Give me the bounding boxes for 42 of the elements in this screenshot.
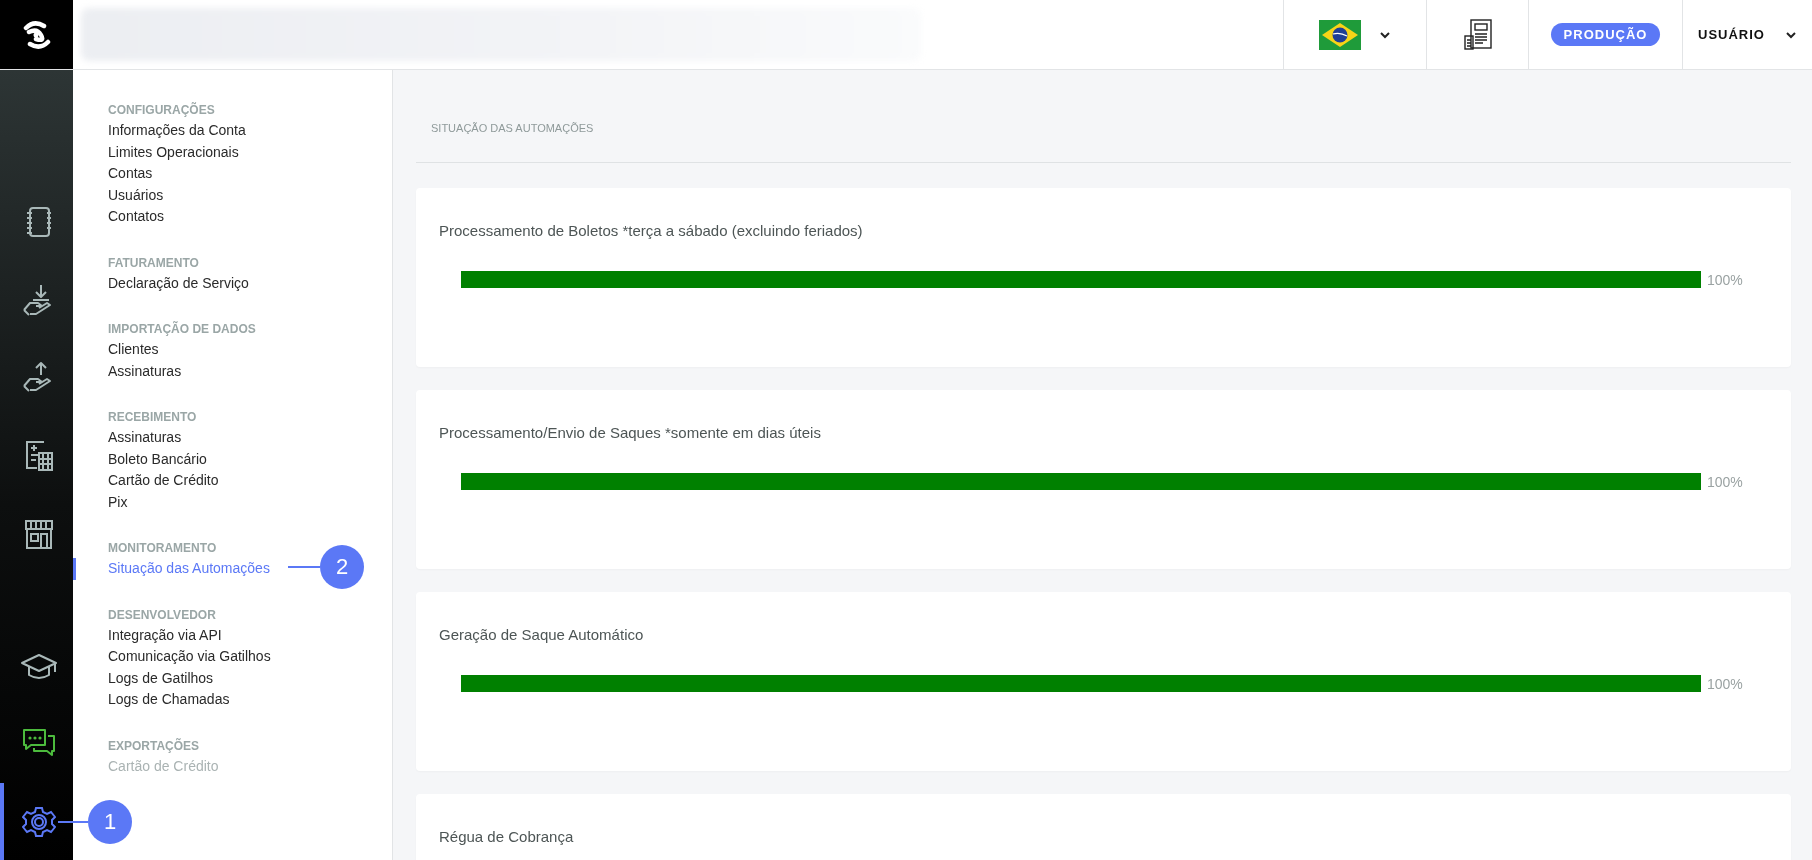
menu-item[interactable]: Comunicação via Gatilhos	[73, 646, 271, 668]
menu-item[interactable]: Informações da Conta	[73, 120, 246, 142]
caret-icon	[1784, 30, 1797, 39]
caret-icon	[1379, 30, 1391, 39]
progress-reading: 100%	[1707, 473, 1743, 490]
automation-title: Geração de Saque Automático	[439, 626, 645, 643]
menu-heading: FATURAMENTO	[108, 254, 200, 272]
menu-item[interactable]: Assinaturas	[73, 360, 182, 382]
menu-heading: RECEBIMENTO	[108, 409, 198, 426]
logo[interactable]	[0, 0, 73, 69]
menu-heading: EXPORTAÇÕES	[108, 737, 201, 755]
menu-item[interactable]: Limites Operacionais	[73, 141, 239, 163]
menu-heading: IMPORTAÇÃO DE DADOS	[108, 320, 257, 338]
menu-item[interactable]: Integração via API	[73, 624, 222, 646]
menu-item[interactable]: Situação das Automações	[73, 558, 270, 580]
menu-heading: MONITORAMENTO	[108, 540, 218, 557]
menu-item[interactable]: Contatos	[73, 206, 165, 228]
menu-heading: CONFIGURAÇÕES	[108, 101, 216, 119]
progress-reading: 100%	[1707, 675, 1743, 692]
menu-item[interactable]: Clientes	[73, 339, 159, 361]
environment-badge: PRODUÇÃO	[1550, 23, 1661, 46]
menu-heading: DESENVOLVEDOR	[108, 606, 217, 624]
menu-item[interactable]: Boleto Bancário	[73, 448, 207, 470]
progress-reading: 100%	[1707, 271, 1743, 288]
menu-item[interactable]: Logs de Gatilhos	[73, 667, 214, 689]
menu-item[interactable]: Declaração de Serviço	[73, 272, 249, 294]
page-title: SITUAÇÃO DAS AUTOMAÇÕES	[430, 121, 595, 136]
user-menu[interactable]: USUÁRIO	[1682, 0, 1812, 69]
menu-item[interactable]: Usuários	[73, 184, 164, 206]
menu-item[interactable]: Cartão de Crédito	[73, 470, 219, 492]
menu-item[interactable]: Pix	[73, 491, 128, 513]
leader-line	[288, 566, 320, 568]
menu-item[interactable]: Contas	[73, 163, 153, 185]
menu-item[interactable]: Logs de Chamadas	[73, 689, 230, 711]
settings-icon	[21, 805, 56, 839]
leader-line	[58, 821, 88, 823]
menu-item[interactable]: Assinaturas	[73, 427, 182, 449]
automation-title: Processamento/Envio de Saques *somente em dias úteis	[439, 424, 822, 441]
automation-title: Processamento de Boletos *terça a sábado (excluindo feriados)	[439, 222, 864, 239]
document-icon	[1461, 17, 1494, 52]
flag-icon	[1319, 19, 1361, 50]
automation-title: Régua de Cobrança	[439, 828, 575, 845]
